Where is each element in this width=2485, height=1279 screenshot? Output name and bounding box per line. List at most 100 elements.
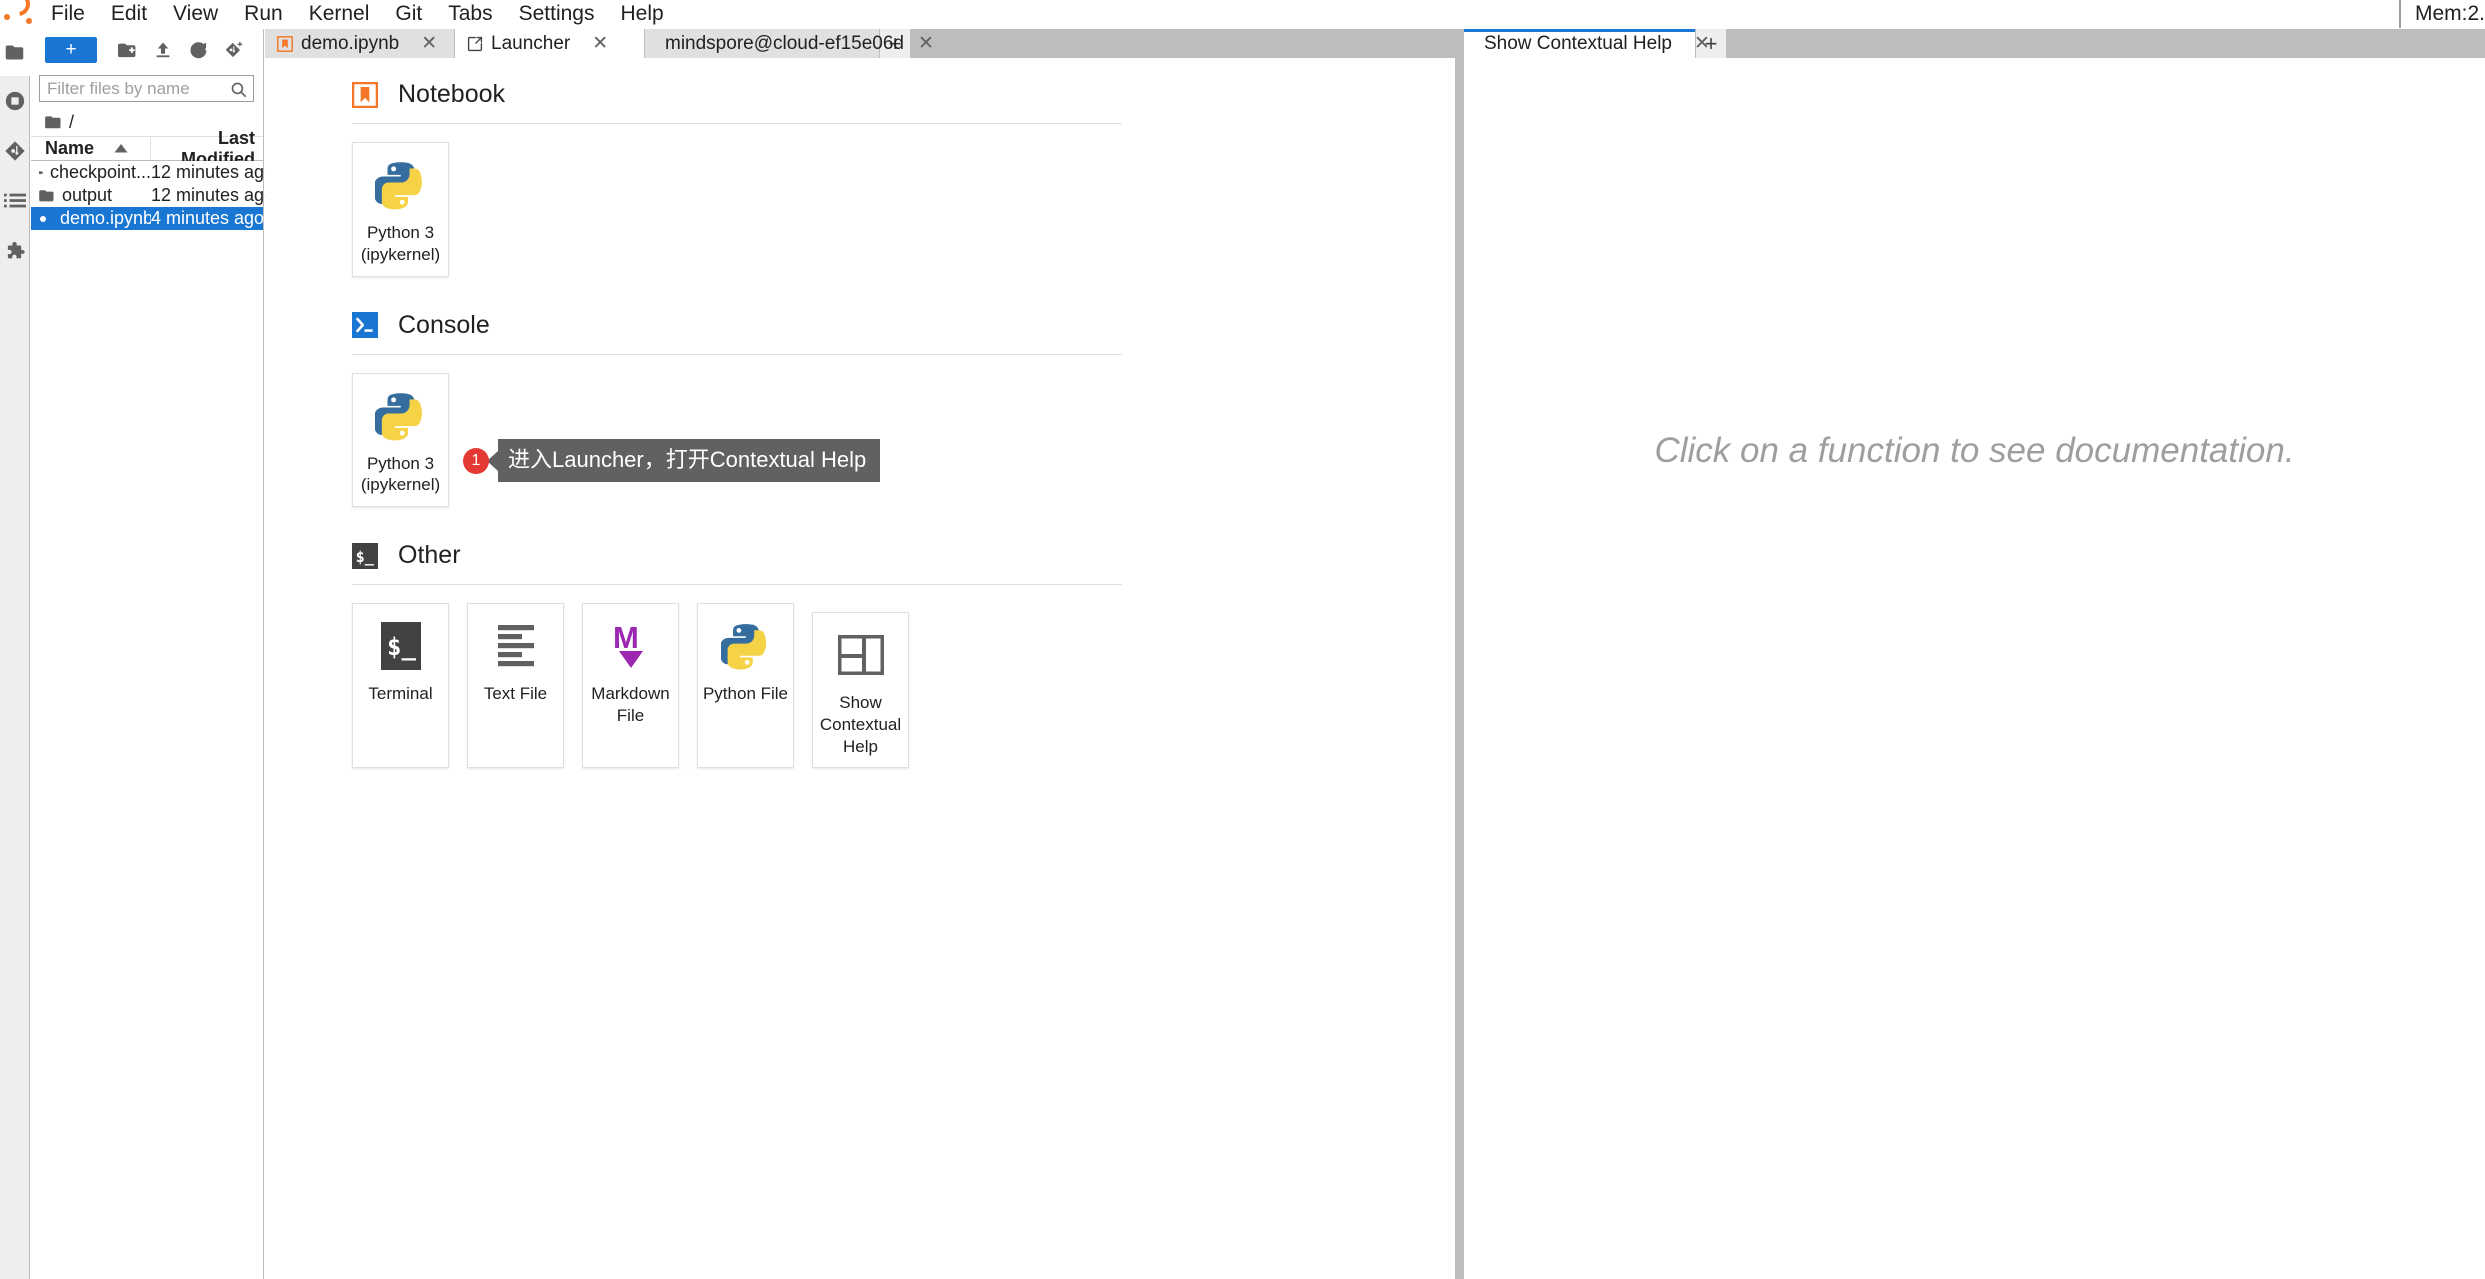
folder-icon [4, 42, 25, 63]
sidebar-item-running-sessions[interactable] [0, 76, 30, 126]
card-label: Text File [484, 683, 547, 705]
file-list: checkpoint... 12 minutes ago output 12 m… [31, 161, 263, 1279]
folder-icon [45, 115, 62, 129]
tab-launcher[interactable]: Launcher ✕ [455, 29, 645, 58]
tab-label: Show Contextual Help [1484, 33, 1672, 55]
launcher-card-show-contextual-help[interactable]: Show Contextual Help [812, 612, 909, 768]
launcher-card-text-file[interactable]: Text File [467, 603, 564, 768]
column-header-name-label: Name [45, 138, 94, 159]
refresh-file-list-button[interactable] [188, 36, 211, 64]
upload-icon [154, 41, 172, 59]
menu-separator [2399, 0, 2401, 28]
menu-run[interactable]: Run [231, 0, 296, 29]
file-filter-container [31, 71, 263, 108]
launcher-card-python-file[interactable]: Python File [697, 603, 794, 768]
git-clone-icon [225, 41, 244, 60]
section-title: Notebook [398, 80, 505, 109]
card-label: Show Contextual Help [817, 692, 904, 757]
breadcrumb-path: / [69, 112, 74, 133]
notebook-bookmark-icon [352, 82, 378, 108]
tab-close-button[interactable]: ✕ [421, 34, 437, 53]
python-logo-icon [375, 159, 427, 211]
dock-splitter-handle[interactable] [1455, 29, 1464, 1279]
section-title: Other [398, 541, 461, 570]
file-name-label: output [62, 185, 112, 206]
tab-close-button[interactable]: ✕ [592, 34, 608, 53]
file-modified-label: 12 minutes ago [151, 162, 263, 183]
tab-demo-ipynb[interactable]: demo.ipynb ✕ [265, 29, 455, 58]
menu-edit[interactable]: Edit [98, 0, 160, 29]
launcher-card-python3-console[interactable]: Python 3 (ipykernel) [352, 373, 449, 508]
git-icon [4, 140, 26, 162]
sidebar-item-table-of-contents[interactable] [0, 176, 30, 226]
menu-tabs[interactable]: Tabs [435, 0, 505, 29]
svg-text:M: M [613, 621, 639, 655]
console-prompt-icon [352, 312, 378, 338]
card-icon-wrap [494, 618, 538, 674]
file-browser-toolbar: + [31, 29, 263, 71]
new-git-clone-button[interactable] [223, 36, 246, 64]
sort-ascending-icon [114, 144, 128, 153]
tab-close-button[interactable]: ✕ [1694, 34, 1710, 53]
section-cards: $_ Terminal Te [352, 603, 1122, 768]
card-icon-wrap [375, 157, 427, 213]
tab-bar-filler [1726, 29, 2485, 58]
file-list-header: Name Last Modified [31, 136, 263, 161]
file-name-label: checkpoint... [50, 162, 151, 183]
tab-label: mindspore@cloud-ef15e06d [665, 33, 904, 55]
file-filter-box[interactable] [39, 75, 254, 102]
sidebar-item-git[interactable] [0, 126, 30, 176]
menu-kernel[interactable]: Kernel [296, 0, 383, 29]
list-item[interactable]: demo.ipynb 4 minutes ago [31, 207, 263, 230]
menu-git[interactable]: Git [382, 0, 435, 29]
annotation-step-badge: 1 [463, 448, 489, 474]
launcher-panel: Notebook Python 3 (ipykernel) [265, 58, 1455, 1279]
table-of-contents-icon [4, 192, 26, 210]
file-name-label: demo.ipynb [60, 208, 151, 229]
menu-bar: File Edit View Run Kernel Git Tabs Setti… [0, 0, 2485, 29]
menu-file[interactable]: File [38, 0, 98, 29]
notebook-icon [277, 36, 293, 52]
new-folder-button[interactable] [116, 36, 139, 64]
activity-bar [0, 29, 30, 1279]
card-label: Python 3 (ipykernel) [361, 453, 440, 497]
tab-show-contextual-help[interactable]: Show Contextual Help ✕ [1464, 29, 1696, 58]
list-item[interactable]: checkpoint... 12 minutes ago [31, 161, 263, 184]
launcher-card-terminal[interactable]: $_ Terminal [352, 603, 449, 768]
unsaved-changes-dot [40, 216, 46, 222]
list-item[interactable]: output 12 minutes ago [31, 184, 263, 207]
contextual-help-panel: Click on a function to see documentation… [1464, 58, 2485, 1279]
text-file-icon [494, 622, 538, 670]
tab-bar-filler [910, 29, 1455, 58]
puzzle-icon [4, 240, 26, 262]
shell-prompt-icon: $_ [352, 543, 378, 569]
launcher-card-python3-notebook[interactable]: Python 3 (ipykernel) [352, 142, 449, 277]
markdown-icon: M [608, 621, 654, 671]
jupyter-logo-icon [0, 0, 38, 29]
sidebar-item-extension-manager[interactable] [0, 226, 30, 276]
main-dock-area: demo.ipynb ✕ Launcher ✕ $_ mindspore@clo… [265, 29, 1455, 1279]
card-label: Markdown File [587, 683, 674, 727]
running-terminals-icon [4, 90, 26, 112]
menu-settings[interactable]: Settings [506, 0, 608, 29]
new-folder-icon [118, 42, 137, 58]
memory-status-indicator: Mem:2. [2415, 2, 2485, 26]
upload-files-button[interactable] [152, 36, 175, 64]
launcher-card-markdown-file[interactable]: M Markdown File [582, 603, 679, 768]
new-launcher-button[interactable]: + [45, 37, 97, 63]
section-gap [352, 507, 1455, 541]
card-label: Python File [703, 683, 788, 705]
sidebar-item-file-browser[interactable] [0, 29, 30, 76]
tab-close-button[interactable]: ✕ [918, 34, 934, 53]
column-header-name[interactable]: Name [31, 137, 151, 160]
tab-terminal-mindspore[interactable]: $_ mindspore@cloud-ef15e06d ✕ [645, 29, 880, 58]
right-tab-bar: Show Contextual Help ✕ + [1464, 29, 2485, 58]
search-icon [230, 81, 247, 98]
menu-view[interactable]: View [160, 0, 231, 29]
menu-help[interactable]: Help [608, 0, 677, 29]
file-modified-label: 4 minutes ago [151, 208, 263, 229]
card-icon-wrap [375, 388, 427, 444]
search-input[interactable] [40, 76, 253, 101]
tab-label: Launcher [491, 33, 570, 55]
file-row-name: checkpoint... [31, 162, 151, 183]
